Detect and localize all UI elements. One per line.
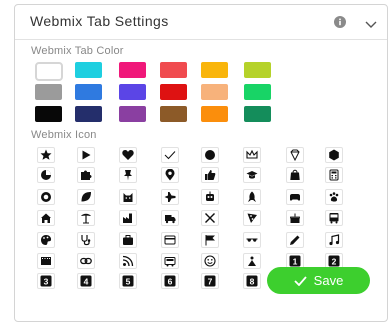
color-swatch[interactable] — [244, 106, 271, 122]
svg-text:4: 4 — [84, 276, 89, 286]
svg-text:3: 3 — [44, 276, 49, 286]
color-swatch[interactable] — [201, 62, 228, 78]
panel-title: Webmix Tab Settings — [30, 13, 169, 29]
color-swatch[interactable] — [244, 62, 271, 78]
svg-text:6: 6 — [168, 276, 173, 286]
color-swatch[interactable] — [201, 106, 228, 122]
bike-icon[interactable] — [243, 253, 261, 269]
svg-text:8: 8 — [250, 276, 255, 286]
save-button[interactable]: Save — [267, 267, 370, 294]
play-icon[interactable] — [77, 147, 95, 163]
palette-icon[interactable] — [37, 232, 55, 248]
chevron-down-icon[interactable] — [364, 16, 378, 28]
svg-text:7: 7 — [208, 276, 213, 286]
palm-tree-icon[interactable] — [77, 210, 95, 226]
icon-section-label: Webmix Icon — [31, 129, 97, 141]
briefcase-icon[interactable] — [119, 232, 137, 248]
music-icon[interactable] — [325, 232, 343, 248]
home-icon[interactable] — [37, 210, 55, 226]
number-7-icon[interactable]: 7 — [201, 273, 219, 289]
color-swatch[interactable] — [35, 84, 62, 100]
flag-icon[interactable] — [201, 232, 219, 248]
sunglasses-icon[interactable] — [243, 232, 261, 248]
check-icon — [294, 275, 307, 286]
color-swatch[interactable] — [244, 84, 271, 100]
circle-icon[interactable] — [201, 147, 219, 163]
number-5-icon[interactable]: 5 — [119, 273, 137, 289]
film-icon[interactable] — [37, 253, 55, 269]
color-section-label: Webmix Tab Color — [31, 45, 124, 57]
info-icon[interactable] — [334, 16, 346, 28]
stethoscope-icon[interactable] — [77, 232, 95, 248]
cat-icon[interactable] — [119, 189, 137, 205]
paw-icon[interactable] — [325, 189, 343, 205]
lifebuoy-icon[interactable] — [37, 189, 55, 205]
color-swatch[interactable] — [35, 62, 63, 81]
shopping-bag-icon[interactable] — [286, 167, 304, 183]
map-marker-icon[interactable] — [161, 167, 179, 183]
number-3-icon[interactable]: 3 — [37, 273, 55, 289]
panel-header: Webmix Tab Settings — [15, 5, 387, 40]
svg-text:5: 5 — [126, 276, 131, 286]
link-icon[interactable] — [77, 253, 95, 269]
thumbs-up-icon[interactable] — [201, 167, 219, 183]
color-swatch[interactable] — [75, 106, 102, 122]
factory-icon[interactable] — [119, 210, 137, 226]
credit-card-icon[interactable] — [161, 232, 179, 248]
hexagon-icon[interactable] — [325, 147, 343, 163]
bus-icon[interactable] — [325, 210, 343, 226]
truck-small-icon[interactable] — [161, 253, 179, 269]
airplane-icon[interactable] — [161, 189, 179, 205]
color-swatch[interactable] — [119, 106, 146, 122]
check-mark-icon[interactable] — [161, 147, 179, 163]
number-8-icon[interactable]: 8 — [243, 273, 261, 289]
puzzle-icon[interactable] — [77, 167, 95, 183]
color-swatch[interactable] — [201, 84, 228, 100]
number-6-icon[interactable]: 6 — [161, 273, 179, 289]
color-swatch[interactable] — [119, 84, 146, 100]
cake-icon[interactable] — [286, 210, 304, 226]
leaf-icon[interactable] — [77, 189, 95, 205]
crown-icon[interactable] — [243, 147, 261, 163]
pin-icon[interactable] — [119, 167, 137, 183]
pizza-icon[interactable] — [243, 210, 261, 226]
color-swatch[interactable] — [160, 62, 187, 78]
tools-icon[interactable] — [201, 210, 219, 226]
svg-text:2: 2 — [332, 256, 337, 266]
gamepad-icon[interactable] — [286, 189, 304, 205]
rss-icon[interactable] — [119, 253, 137, 269]
robot-icon[interactable] — [201, 189, 219, 205]
star-icon[interactable] — [37, 147, 55, 163]
pie-chart-icon[interactable] — [37, 167, 55, 183]
color-swatch[interactable] — [119, 62, 146, 78]
color-swatch[interactable] — [35, 106, 62, 122]
diamond-icon[interactable] — [286, 147, 304, 163]
graduation-cap-icon[interactable] — [243, 167, 261, 183]
pencil-icon[interactable] — [286, 232, 304, 248]
color-swatch[interactable] — [160, 106, 187, 122]
rocket-icon[interactable] — [243, 189, 261, 205]
color-swatch[interactable] — [75, 62, 102, 78]
save-button-label: Save — [313, 273, 344, 288]
calculator-icon[interactable] — [325, 167, 343, 183]
heart-icon[interactable] — [119, 147, 137, 163]
color-swatch[interactable] — [75, 84, 102, 100]
svg-text:1: 1 — [293, 256, 298, 266]
color-swatch[interactable] — [160, 84, 187, 100]
smiley-icon[interactable] — [201, 253, 219, 269]
number-4-icon[interactable]: 4 — [77, 273, 95, 289]
truck-icon[interactable] — [161, 210, 179, 226]
